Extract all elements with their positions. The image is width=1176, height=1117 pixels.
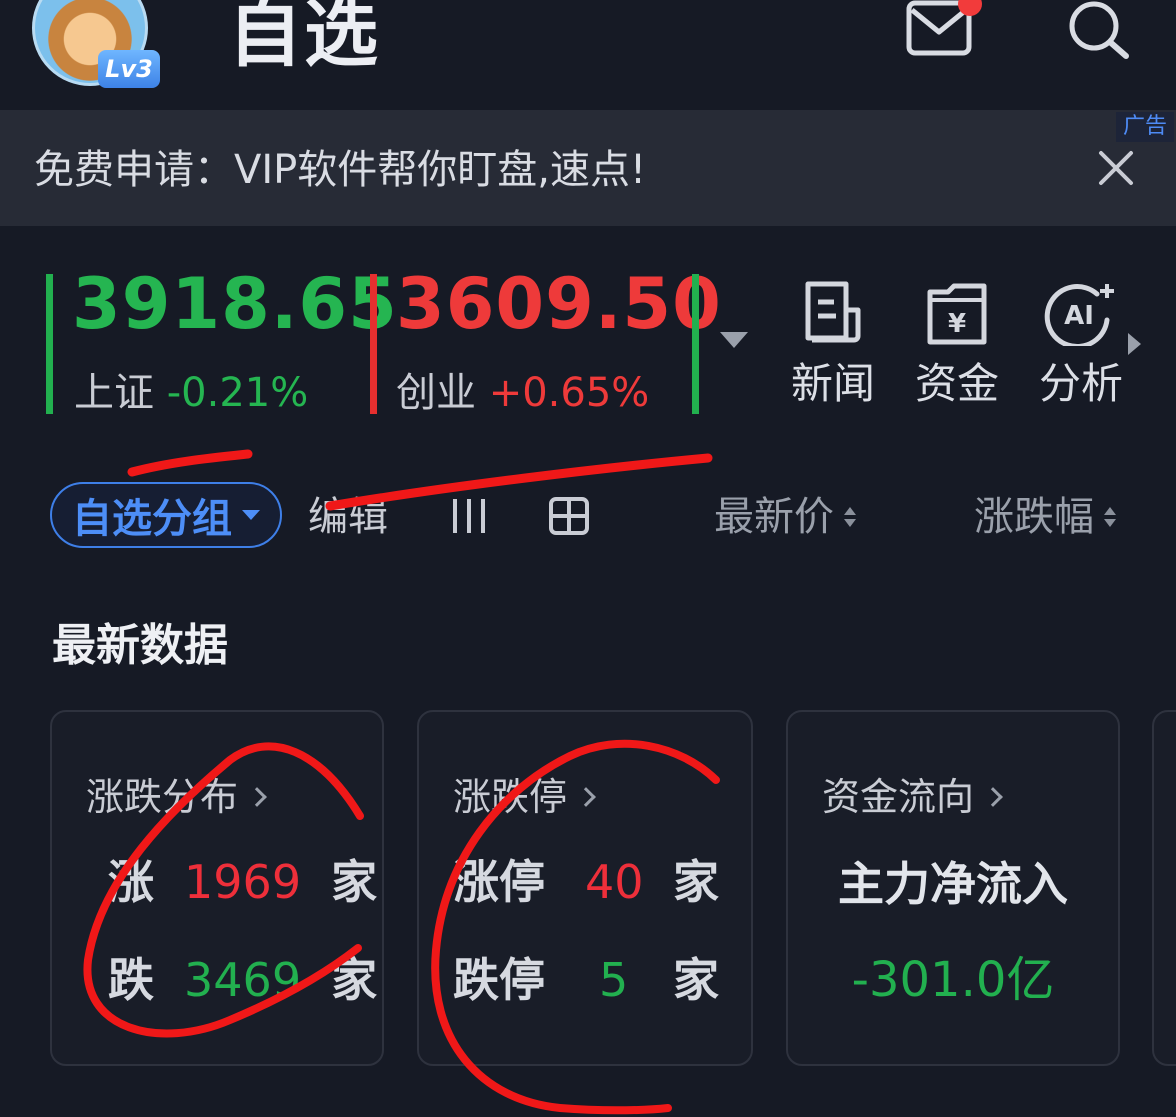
ad-text[interactable]: 免费申请：VIP软件帮你盯盘,速点!: [34, 142, 646, 198]
main-net-inflow-value: -301.0亿: [851, 952, 1055, 1008]
row-label: 涨: [108, 855, 154, 909]
annotation-underline: [127, 449, 253, 477]
chevron-down-icon[interactable]: [720, 332, 748, 348]
sort-label: 涨跌幅: [974, 494, 1094, 540]
level-badge: Lv3: [98, 50, 160, 88]
chevron-right-icon: [983, 787, 1003, 807]
unit-label: 家: [673, 953, 719, 1007]
card-title: 涨跌停: [453, 772, 596, 822]
grid-view-icon[interactable]: [548, 496, 590, 540]
sort-change-percent[interactable]: 涨跌幅: [974, 490, 1116, 544]
chevron-right-icon: [576, 787, 596, 807]
rise-fall-distribution-card[interactable]: 涨跌分布 涨 1969 家 跌 3469 家: [50, 710, 384, 1066]
rise-count-row: 涨 1969 家: [108, 852, 377, 912]
fall-count: 3469: [184, 953, 302, 1007]
limit-up-down-card[interactable]: 涨跌停 涨停 40 家 跌停 5 家: [417, 710, 753, 1066]
fall-count-row: 跌 3469 家: [108, 950, 377, 1010]
main-net-inflow-label: 主力净流入: [838, 857, 1068, 911]
sort-label: 最新价: [714, 494, 834, 540]
ai-analysis-icon: AI: [1044, 284, 1114, 346]
index-trend-bar: [46, 274, 53, 414]
column-view-icon[interactable]: [450, 496, 488, 540]
limit-up-row: 涨停 40 家: [453, 852, 719, 912]
limit-down-count: 5: [599, 953, 629, 1007]
news-button[interactable]: 新闻: [778, 280, 888, 412]
capital-flow-card[interactable]: 资金流向 主力净流入 -301.0亿: [786, 710, 1120, 1066]
page-title: 自选: [228, 0, 380, 77]
tool-label: 分析: [1038, 359, 1123, 408]
unit-label: 家: [673, 855, 719, 909]
rise-count: 1969: [184, 855, 302, 909]
index-label-chinext[interactable]: 创业 +0.65%: [396, 368, 649, 418]
fund-button[interactable]: ¥ 资金: [902, 280, 1012, 412]
tool-label: 资金: [914, 359, 999, 408]
card-title-text: 资金流向: [822, 775, 975, 819]
index-change: +0.65%: [488, 370, 650, 416]
sort-icon: [844, 507, 856, 527]
edit-button[interactable]: 编辑: [308, 490, 388, 544]
index-name: 创业: [396, 370, 476, 416]
svg-text:¥: ¥: [948, 309, 966, 339]
section-title: 最新数据: [52, 620, 228, 671]
sort-latest-price[interactable]: 最新价: [714, 490, 856, 544]
ai-analysis-button[interactable]: AI 分析: [1026, 280, 1136, 412]
index-trend-bar: [692, 274, 699, 414]
index-trend-bar: [370, 274, 377, 414]
next-card-peek[interactable]: [1152, 710, 1176, 1066]
fund-icon: ¥: [927, 283, 987, 345]
row-label: 跌: [108, 953, 154, 1007]
news-icon: [805, 281, 861, 343]
limit-down-row: 跌停 5 家: [453, 950, 719, 1010]
card-title-text: 涨跌停: [453, 775, 568, 819]
row-label: 涨停: [453, 855, 545, 909]
ad-tag: 广告: [1116, 112, 1174, 142]
group-select-button[interactable]: 自选分组: [50, 482, 282, 548]
search-icon[interactable]: [1066, 0, 1132, 64]
caret-down-icon: [242, 510, 260, 520]
index-change: -0.21%: [166, 370, 309, 416]
limit-up-count: 40: [585, 855, 644, 909]
svg-text:AI: AI: [1064, 301, 1094, 331]
row-label: 跌停: [453, 953, 545, 1007]
index-name: 上证: [74, 370, 154, 416]
chevron-right-icon: [247, 787, 267, 807]
index-label-shanghai[interactable]: 上证 -0.21%: [74, 368, 308, 418]
card-title: 涨跌分布: [86, 772, 267, 822]
tool-label: 新闻: [790, 359, 875, 408]
card-title-text: 涨跌分布: [86, 775, 239, 819]
unit-label: 家: [331, 953, 378, 1007]
chevron-right-icon[interactable]: [1128, 333, 1141, 355]
index-value-chinext[interactable]: 3609.50: [396, 264, 722, 344]
sort-icon: [1104, 507, 1116, 527]
card-title: 资金流向: [822, 772, 1003, 822]
close-icon[interactable]: [1098, 150, 1134, 190]
index-value-shanghai[interactable]: 3918.65: [72, 264, 398, 344]
unit-label: 家: [331, 855, 378, 909]
group-select-label: 自选分组: [72, 496, 232, 542]
